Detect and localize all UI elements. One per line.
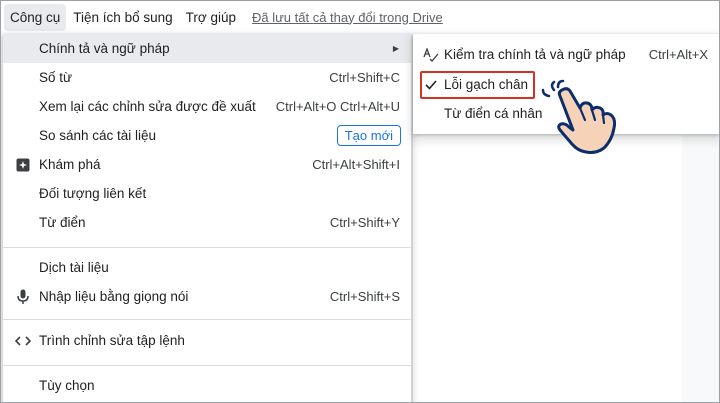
menu-item-label: Đối tượng liên kết <box>39 186 147 201</box>
menu-divider <box>3 319 411 320</box>
submenu-arrow-icon: ▶ <box>392 44 399 53</box>
tools-menu: Chính tả và ngữ pháp ▶ Số từ Ctrl+Shift+… <box>3 34 411 403</box>
menu-item-linked-objects[interactable]: Đối tượng liên kết <box>3 179 411 208</box>
menu-divider <box>3 247 411 248</box>
menu-tools[interactable]: Công cụ <box>4 3 67 31</box>
menu-item-label: Số từ <box>39 70 73 85</box>
menu-item-shortcut: Ctrl+Shift+Y <box>329 215 400 230</box>
new-badge: Tạo mới <box>336 125 401 146</box>
save-status-link[interactable]: Đã lưu tất cả thay đổi trong Drive <box>252 10 443 25</box>
menu-item-label: Khám phá <box>39 157 101 172</box>
menu-item-review-suggested-edits[interactable]: Xem lại các chỉnh sửa được đề xuất Ctrl+… <box>3 92 411 121</box>
menu-help[interactable]: Trợ giúp <box>180 4 242 31</box>
menu-divider <box>3 365 411 366</box>
menu-bar: Công cụ Tiện ích bổ sung Trợ giúp Đã lưu… <box>0 0 720 34</box>
spellcheck-icon <box>423 47 439 63</box>
menu-item-label: Tùy chọn <box>39 378 95 393</box>
menu-item-label: Nhập liệu bằng giọng nói <box>39 289 189 304</box>
menu-item-label: So sánh các tài liệu <box>39 128 157 143</box>
explore-icon <box>15 157 31 173</box>
code-icon <box>15 333 31 349</box>
menu-item-label: Dịch tài liệu <box>39 260 109 275</box>
menu-item-explore[interactable]: Khám phá Ctrl+Alt+Shift+I <box>3 150 411 179</box>
menu-item-preferences[interactable]: Tùy chọn <box>3 371 411 400</box>
menu-item-translate-document[interactable]: Dịch tài liệu <box>3 253 411 282</box>
menu-item-label: Trình chỉnh sửa tập lệnh <box>39 333 185 348</box>
menu-item-label: Chính tả và ngữ pháp <box>39 41 170 56</box>
menu-addons[interactable]: Tiện ích bổ sung <box>67 4 178 31</box>
pointing-hand-icon <box>541 79 617 154</box>
menu-item-voice-typing[interactable]: Nhập liệu bằng giọng nói Ctrl+Shift+S <box>3 282 411 311</box>
submenu-item-shortcut: Ctrl+Alt+X <box>648 47 708 62</box>
menu-item-label: Từ điển <box>39 215 86 230</box>
microphone-icon <box>15 289 31 305</box>
menu-item-word-count[interactable]: Số từ Ctrl+Shift+C <box>3 63 411 92</box>
menu-item-compare-documents[interactable]: So sánh các tài liệu Tạo mới <box>3 121 411 150</box>
menu-item-label: Xem lại các chỉnh sửa được đề xuất <box>39 99 256 114</box>
menu-item-shortcut: Ctrl+Shift+S <box>329 289 400 304</box>
menu-item-spelling-grammar[interactable]: Chính tả và ngữ pháp ▶ <box>3 34 411 63</box>
submenu-item-spell-check[interactable]: Kiểm tra chính tả và ngữ pháp Ctrl+Alt+X <box>413 40 719 69</box>
submenu-item-label: Từ điển cá nhân <box>444 106 543 121</box>
menu-item-shortcut: Ctrl+Alt+O Ctrl+Alt+U <box>275 99 400 114</box>
annotation-highlight-box <box>420 71 535 99</box>
menu-item-script-editor[interactable]: Trình chỉnh sửa tập lệnh <box>3 326 411 355</box>
menu-item-shortcut: Ctrl+Alt+Shift+I <box>312 157 400 172</box>
menu-item-shortcut: Ctrl+Shift+C <box>329 70 400 85</box>
submenu-item-label: Kiểm tra chính tả và ngữ pháp <box>444 47 626 62</box>
menu-item-dictionary[interactable]: Từ điển Ctrl+Shift+Y <box>3 208 411 237</box>
